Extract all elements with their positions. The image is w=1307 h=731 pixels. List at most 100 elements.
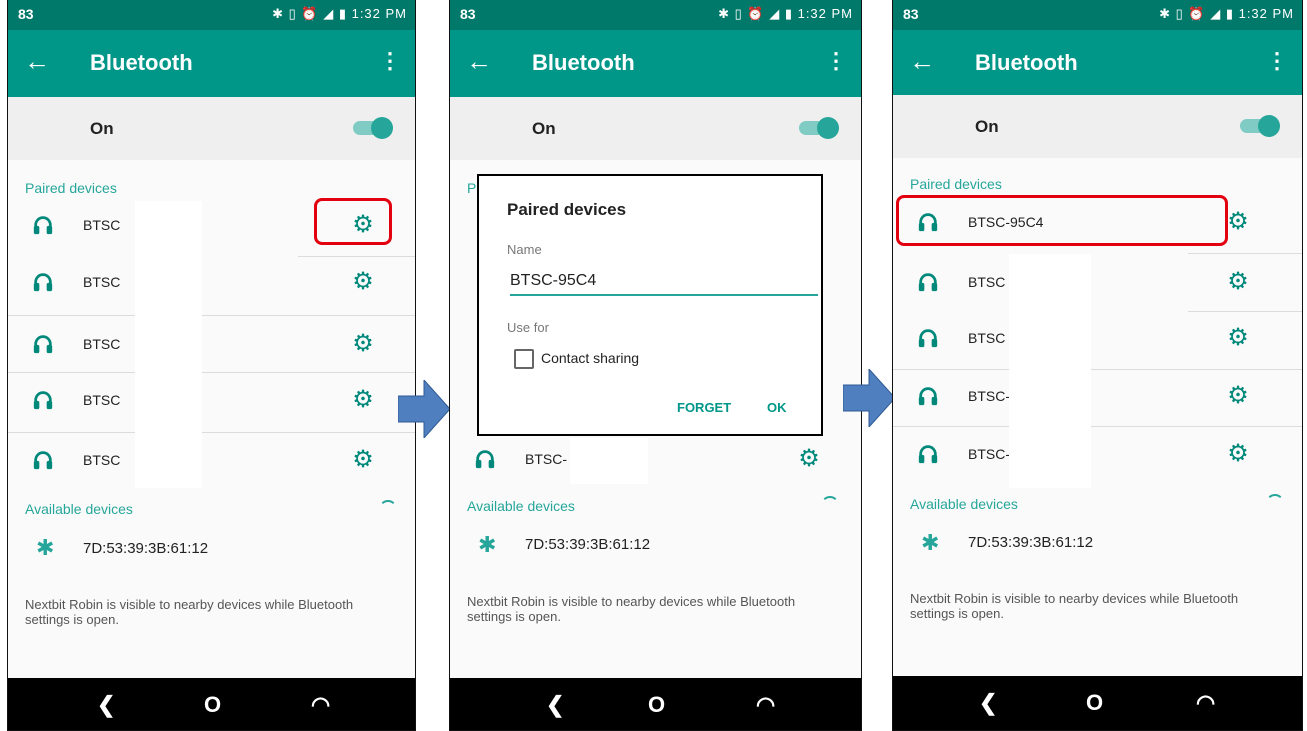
- headphones-icon: [33, 335, 53, 354]
- more-vert-icon[interactable]: ⋮: [1266, 48, 1288, 74]
- battery-level: 83: [460, 6, 476, 22]
- nav-back-button[interactable]: ❮: [546, 692, 564, 718]
- paired-device-row[interactable]: BTSC- ⚙: [893, 428, 1302, 486]
- nav-home-button[interactable]: O: [648, 692, 665, 718]
- phone-screen-2: 83 ✱ ▯ ⏰ ◢ ▮ 1:32 PM ← Bluetooth ⋮ On Pa…: [449, 0, 862, 731]
- more-vert-icon[interactable]: ⋮: [379, 48, 401, 74]
- arrow-left-icon[interactable]: ←: [24, 46, 50, 76]
- device-name: BTSC: [83, 274, 121, 290]
- device-name: BTSC: [83, 392, 121, 408]
- bluetooth-toggle-row[interactable]: On: [450, 97, 861, 160]
- headphones-icon: [33, 391, 53, 410]
- headphones-icon: [918, 387, 938, 406]
- gear-icon[interactable]: ⚙: [1226, 384, 1250, 408]
- redaction-block: [135, 201, 202, 488]
- paired-devices-header: Paired devices: [467, 180, 477, 196]
- divider: [893, 426, 1302, 427]
- device-name-field[interactable]: BTSC-95C4: [510, 272, 818, 296]
- available-device-address[interactable]: 7D:53:39:3B:61:12: [525, 536, 650, 553]
- device-dialog: Paired devices Name BTSC-95C4 Use for Co…: [477, 174, 823, 436]
- device-name: BTSC: [83, 336, 121, 352]
- gear-icon[interactable]: ⚙: [351, 388, 375, 412]
- paired-device-row[interactable]: BTSC ⚙: [8, 318, 415, 376]
- headphones-icon: [475, 450, 495, 469]
- nav-back-button[interactable]: ❮: [97, 692, 115, 718]
- nav-bar: ❮ O ◠: [450, 678, 861, 730]
- battery-level: 83: [18, 6, 34, 22]
- phone-screen-3: 83 ✱ ▯ ⏰ ◢ ▮ 1:32 PM ← Bluetooth ⋮ On Pa…: [892, 0, 1303, 731]
- available-devices-header: Available devices: [467, 498, 575, 514]
- dialog-title: Paired devices: [507, 200, 627, 219]
- paired-device-row[interactable]: BTSC- ⚙: [893, 370, 1302, 428]
- flow-arrow-icon: [843, 369, 895, 427]
- app-bar: ← Bluetooth ⋮: [450, 30, 861, 97]
- headphones-icon: [918, 329, 938, 348]
- paired-device-row[interactable]: BTSC ⚙: [8, 374, 415, 432]
- gear-icon[interactable]: ⚙: [351, 332, 375, 356]
- nav-home-button[interactable]: O: [1086, 690, 1103, 716]
- gear-icon[interactable]: ⚙: [1226, 326, 1250, 350]
- available-device-address[interactable]: 7D:53:39:3B:61:12: [968, 534, 1093, 551]
- use-for-label: Use for: [507, 320, 549, 335]
- headphones-icon: [918, 445, 938, 464]
- phone-screen-1: 83 ✱ ▯ ⏰ ◢ ▮ 1:32 PM ← Bluetooth ⋮ On Pa…: [7, 0, 416, 731]
- ok-button[interactable]: OK: [767, 400, 787, 415]
- more-vert-icon[interactable]: ⋮: [825, 48, 847, 74]
- divider: [8, 315, 415, 316]
- device-name-value: BTSC-95C4: [510, 272, 597, 289]
- headphones-icon: [33, 451, 53, 470]
- gear-icon[interactable]: ⚙: [797, 447, 821, 471]
- available-devices-header: Available devices: [25, 501, 133, 517]
- highlight-box: [314, 198, 392, 245]
- arrow-left-icon[interactable]: ←: [909, 46, 935, 76]
- bluetooth-toggle-row[interactable]: On: [8, 97, 415, 160]
- loading-spinner: [1266, 494, 1284, 512]
- device-name: BTSC-: [968, 388, 1010, 404]
- status-icons: ✱ ▯ ⏰ ◢ ▮ 1:32 PM: [718, 6, 853, 21]
- app-bar: ← Bluetooth ⋮: [893, 30, 1302, 95]
- contact-sharing-checkbox[interactable]: [514, 349, 534, 369]
- arrow-left-icon[interactable]: ←: [466, 46, 492, 76]
- gear-icon[interactable]: ⚙: [1226, 270, 1250, 294]
- contact-sharing-label: Contact sharing: [541, 350, 640, 366]
- bluetooth-switch[interactable]: [353, 117, 393, 139]
- page-title: Bluetooth: [975, 50, 1078, 75]
- available-device-address[interactable]: 7D:53:39:3B:61:12: [83, 540, 208, 557]
- headphones-icon: [33, 273, 53, 292]
- divider: [8, 372, 415, 373]
- device-name: BTSC: [83, 217, 121, 233]
- nav-recents-button[interactable]: ◠: [1196, 690, 1215, 716]
- loading-spinner: [379, 500, 397, 518]
- gear-icon[interactable]: ⚙: [351, 270, 375, 294]
- flow-arrow-icon: [398, 380, 450, 438]
- visibility-footer: Nextbit Robin is visible to nearby devic…: [467, 594, 796, 624]
- toggle-label: On: [975, 117, 999, 136]
- toggle-label: On: [532, 119, 556, 138]
- nav-home-button[interactable]: O: [204, 692, 221, 718]
- nav-recents-button[interactable]: ◠: [756, 692, 775, 718]
- highlight-box: [896, 195, 1228, 246]
- visibility-footer: Nextbit Robin is visible to nearby devic…: [910, 591, 1239, 621]
- paired-device-row[interactable]: BTSC ⚙: [8, 256, 415, 314]
- battery-level: 83: [903, 6, 919, 22]
- bluetooth-switch[interactable]: [1240, 115, 1280, 137]
- paired-device-row[interactable]: BTSC- ⚙: [450, 433, 861, 491]
- nav-back-button[interactable]: ❮: [979, 690, 997, 716]
- paired-device-row[interactable]: BTSC ⚙: [893, 256, 1302, 314]
- forget-button[interactable]: FORGET: [677, 400, 731, 415]
- nav-bar: ❮ O ◠: [8, 678, 415, 730]
- bluetooth-toggle-row[interactable]: On: [893, 95, 1302, 158]
- paired-device-row[interactable]: BTSC ⚙: [8, 434, 415, 492]
- redaction-block: [1009, 254, 1091, 488]
- status-icons: ✱ ▯ ⏰ ◢ ▮ 1:32 PM: [272, 6, 407, 21]
- gear-icon[interactable]: ⚙: [351, 448, 375, 472]
- gear-icon[interactable]: ⚙: [1226, 442, 1250, 466]
- nav-recents-button[interactable]: ◠: [311, 692, 330, 718]
- paired-device-row[interactable]: BTSC ⚙: [893, 312, 1302, 370]
- status-bar: 83 ✱ ▯ ⏰ ◢ ▮ 1:32 PM: [893, 0, 1302, 30]
- bluetooth-switch[interactable]: [799, 117, 839, 139]
- page-title: Bluetooth: [532, 50, 635, 75]
- gear-icon[interactable]: ⚙: [1226, 210, 1250, 234]
- device-name: BTSC: [968, 274, 1006, 290]
- visibility-footer: Nextbit Robin is visible to nearby devic…: [25, 597, 354, 627]
